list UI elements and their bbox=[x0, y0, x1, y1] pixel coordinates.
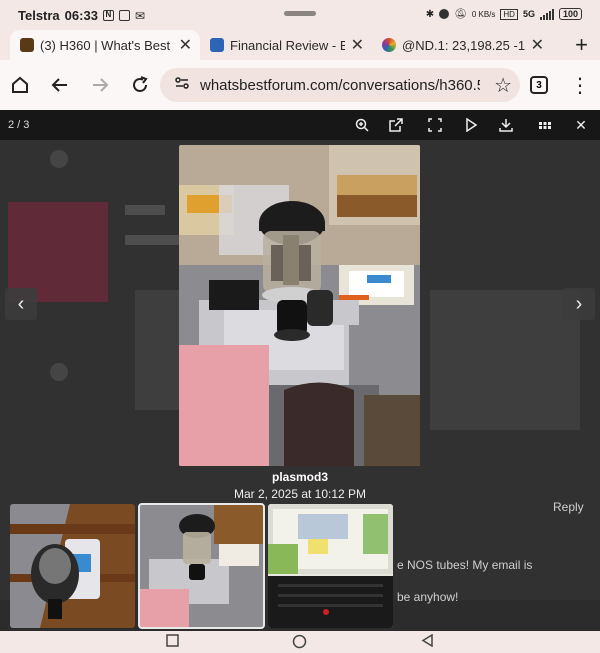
previous-image-button[interactable]: ‹ bbox=[5, 288, 37, 320]
tab-title: @ND.1: 23,198.25 -143.75 bbox=[402, 37, 525, 53]
tab-favicon bbox=[20, 38, 34, 52]
signal-icon bbox=[539, 8, 554, 20]
home-icon[interactable] bbox=[8, 73, 32, 97]
next-image-button[interactable]: › bbox=[563, 288, 595, 320]
tab-favicon bbox=[210, 38, 224, 52]
browser-toolbar: whatsbestforum.com/conversations/h360.58… bbox=[0, 60, 600, 110]
bluetooth-icon: ✱ bbox=[425, 8, 435, 20]
thumbnails-icon[interactable] bbox=[535, 115, 555, 135]
open-new-icon[interactable] bbox=[386, 115, 406, 135]
tab-strip: (3) H360 | What's Best A ✕ Financial Rev… bbox=[0, 30, 600, 60]
volte-icon: HD bbox=[500, 8, 518, 20]
tab-financial-review[interactable]: Financial Review - Busin ✕ bbox=[200, 30, 372, 60]
url-text[interactable]: whatsbestforum.com/conversations/h360.58… bbox=[200, 77, 480, 94]
photo-author[interactable]: plasmod3 bbox=[0, 470, 600, 484]
location-icon bbox=[439, 9, 450, 19]
thumbnail-1[interactable] bbox=[10, 504, 135, 628]
play-icon[interactable] bbox=[461, 115, 481, 135]
thumbnail-strip: e NOS tubes! My email is be anyhow! bbox=[0, 500, 600, 631]
nfc-icon: N bbox=[102, 10, 114, 21]
new-tab-icon[interactable]: + bbox=[575, 32, 588, 58]
tab-nd1[interactable]: @ND.1: 23,198.25 -143.75 ✕ bbox=[372, 30, 552, 60]
zoom-icon[interactable] bbox=[352, 115, 372, 135]
thumbnail-2[interactable] bbox=[138, 503, 265, 629]
close-icon[interactable]: ✕ bbox=[351, 35, 364, 55]
reload-icon[interactable] bbox=[128, 73, 152, 97]
download-icon[interactable] bbox=[496, 115, 516, 135]
forward-icon[interactable] bbox=[88, 73, 112, 97]
site-settings-icon[interactable] bbox=[174, 75, 190, 96]
tab-title: (3) H360 | What's Best A bbox=[40, 37, 173, 53]
close-icon[interactable]: ✕ bbox=[571, 115, 591, 135]
thumbnail-3[interactable] bbox=[268, 504, 393, 628]
tab-switcher-button[interactable]: 3 bbox=[530, 76, 548, 94]
notification-icon bbox=[118, 10, 130, 21]
main-photo bbox=[179, 145, 420, 466]
image-counter: 2 / 3 bbox=[8, 119, 30, 131]
status-bar: Telstra 06:33 N ✉ ✱ 🔕︎ 0 KB/s HD 5G 100 bbox=[0, 0, 600, 30]
fullscreen-icon[interactable] bbox=[425, 115, 445, 135]
overflow-menu-icon[interactable]: ⋮ bbox=[568, 73, 592, 97]
photo-date: Mar 2, 2025 at 10:12 PM bbox=[233, 487, 367, 501]
mute-icon: 🔕︎ bbox=[454, 8, 467, 20]
tab-favicon bbox=[382, 38, 396, 52]
tab-whatsbest[interactable]: (3) H360 | What's Best A ✕ bbox=[10, 30, 200, 60]
lightbox-toolbar: 2 / 3 ✕ bbox=[0, 110, 600, 140]
battery-icon: 100 bbox=[558, 8, 582, 20]
recents-icon[interactable] bbox=[166, 634, 179, 652]
address-bar[interactable]: whatsbestforum.com/conversations/h360.58… bbox=[160, 68, 520, 102]
close-icon[interactable]: ✕ bbox=[531, 35, 544, 55]
drag-handle bbox=[284, 11, 316, 16]
bookmark-star-icon[interactable]: ☆ bbox=[494, 73, 512, 98]
background-comment-text: e NOS tubes! My email is bbox=[397, 558, 533, 572]
back-triangle-icon[interactable] bbox=[421, 633, 434, 652]
close-icon[interactable]: ✕ bbox=[179, 35, 192, 55]
data-speed-icon: 0 KB/s bbox=[471, 9, 496, 19]
home-circle-icon[interactable] bbox=[292, 634, 307, 653]
time-label: 06:33 bbox=[64, 8, 98, 23]
system-nav-bar bbox=[0, 631, 600, 653]
tab-title: Financial Review - Busin bbox=[230, 37, 345, 53]
mail-icon: ✉ bbox=[134, 8, 145, 23]
background-comment-text-2: be anyhow! bbox=[397, 590, 459, 604]
battery-level: 100 bbox=[562, 9, 578, 19]
network-type-label: 5G bbox=[522, 9, 535, 19]
carrier-label: Telstra bbox=[18, 8, 60, 23]
image-lightbox: 2 / 3 ✕ ‹ › plasmod3 Mar 2, 2025 at 10:1… bbox=[0, 110, 600, 631]
back-icon[interactable] bbox=[48, 73, 72, 97]
